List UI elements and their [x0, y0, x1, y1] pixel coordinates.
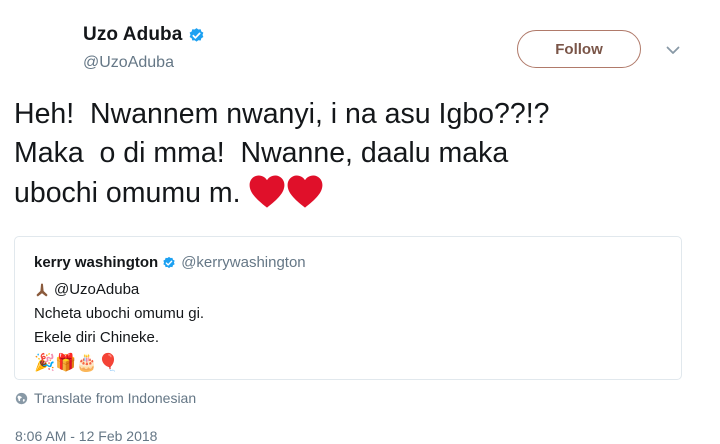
quoted-tweet-emoji-line: 🎉🎁🎂🎈: [34, 353, 119, 372]
translate-label[interactable]: Translate from Indonesian: [34, 390, 196, 406]
globe-icon: [15, 392, 28, 404]
author-name-row[interactable]: Uzo Aduba: [83, 24, 205, 46]
translate-link[interactable]: Translate from Indonesian: [15, 390, 196, 406]
author-display-name[interactable]: Uzo Aduba: [83, 24, 182, 46]
quoted-tweet-line: Ekele diri Chineke.: [34, 329, 160, 346]
tweet-timestamp[interactable]: 8:06 AM - 12 Feb 2018: [15, 428, 157, 444]
red-heart-icon: [250, 175, 285, 208]
quoted-tweet[interactable]: kerry washington @kerrywashington @UzoAd…: [14, 236, 682, 380]
quoted-tweet-mention[interactable]: @UzoAduba: [54, 281, 139, 298]
follow-button[interactable]: Follow: [517, 30, 641, 68]
author-handle[interactable]: @UzoAduba: [83, 54, 174, 72]
chevron-down-icon[interactable]: [665, 42, 681, 58]
tweet-text-line: ubochi omumu m.: [14, 173, 694, 213]
verified-badge-icon: [190, 27, 204, 42]
quoted-tweet-line: Ncheta ubochi omumu gi.: [34, 305, 205, 322]
quoted-author-name: kerry washington: [34, 254, 159, 271]
quoted-tweet-line: @UzoAduba: [34, 281, 139, 298]
tweet-text: Heh! Nwannem nwanyi, i na asu Igbo??!? M…: [14, 95, 694, 213]
folded-hands-icon: [36, 283, 48, 296]
tweet-header: Uzo Aduba @UzoAduba Follow: [0, 0, 720, 90]
quoted-author-handle: @kerrywashington: [181, 254, 306, 271]
tweet-text-line: Heh! Nwannem nwanyi, i na asu Igbo??!?: [14, 98, 550, 130]
red-heart-icon: [288, 175, 323, 208]
tweet-text-line: Maka o di mma! Nwanne, daalu maka: [14, 137, 509, 169]
verified-badge-icon: [163, 256, 175, 268]
tweet-text-line-text: ubochi omumu m.: [14, 177, 249, 209]
quoted-tweet-header: kerry washington @kerrywashington: [34, 254, 306, 271]
